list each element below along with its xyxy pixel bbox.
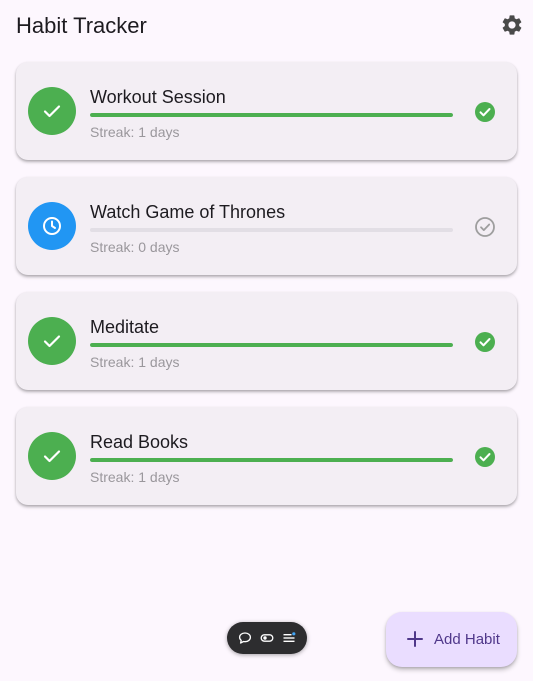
check-circle-icon	[475, 447, 495, 467]
habit-progress-fill	[90, 343, 453, 347]
check-circle-icon	[475, 102, 495, 122]
settings-button[interactable]	[500, 13, 524, 37]
habit-name: Read Books	[90, 432, 189, 452]
floating-debug-toolbar	[227, 622, 307, 654]
comment-button[interactable]	[237, 630, 253, 646]
complete-toggle-button[interactable]	[474, 216, 496, 238]
habit-name: Watch Game of Thrones	[90, 202, 286, 222]
habit-progress-bar	[90, 458, 453, 462]
habit-progress-bar	[90, 343, 453, 347]
list-settings-icon	[283, 632, 296, 642]
check-icon	[43, 335, 61, 348]
habit-card-workout-session[interactable]: Workout Session Streak: 1 days	[16, 62, 517, 160]
toggle-button[interactable]	[259, 630, 275, 646]
habit-avatar	[28, 87, 76, 135]
habit-streak: Streak: 1 days	[90, 354, 180, 370]
habit-streak: Streak: 0 days	[90, 239, 180, 255]
complete-toggle-button[interactable]	[474, 446, 496, 468]
habit-streak: Streak: 1 days	[90, 124, 180, 140]
habit-progress-fill	[90, 113, 453, 117]
habit-list: Workout Session Streak: 1 days Watch Gam…	[16, 62, 517, 522]
habit-progress-bar	[90, 228, 453, 232]
habit-avatar	[28, 317, 76, 365]
habit-progress-bar	[90, 113, 453, 117]
check-icon	[43, 450, 61, 463]
habit-progress-fill	[90, 458, 453, 462]
habit-card-read-books[interactable]: Read Books Streak: 1 days	[16, 407, 517, 505]
habit-name: Meditate	[90, 317, 160, 337]
check-circle-icon	[475, 332, 495, 352]
toggle-icon	[260, 634, 274, 642]
list-settings-button[interactable]	[281, 630, 297, 646]
app-bar: Habit Tracker	[0, 0, 533, 52]
plus-icon	[407, 631, 423, 647]
habit-avatar	[28, 202, 76, 250]
app-title: Habit Tracker	[16, 13, 147, 38]
gear-icon	[502, 15, 522, 35]
habit-card-meditate[interactable]: Meditate Streak: 1 days	[16, 292, 517, 390]
habit-card-watch-game-of-thrones[interactable]: Watch Game of Thrones Streak: 0 days	[16, 177, 517, 275]
clock-icon	[43, 217, 61, 235]
habit-name: Workout Session	[90, 87, 226, 107]
comment-icon	[238, 632, 252, 644]
habit-streak: Streak: 1 days	[90, 469, 180, 485]
check-circle-outline-icon	[475, 217, 495, 237]
add-habit-button[interactable]: Add Habit	[386, 612, 517, 667]
add-habit-label: Add Habit	[434, 631, 500, 648]
complete-toggle-button[interactable]	[474, 101, 496, 123]
habit-avatar	[28, 432, 76, 480]
complete-toggle-button[interactable]	[474, 331, 496, 353]
check-icon	[43, 105, 61, 118]
